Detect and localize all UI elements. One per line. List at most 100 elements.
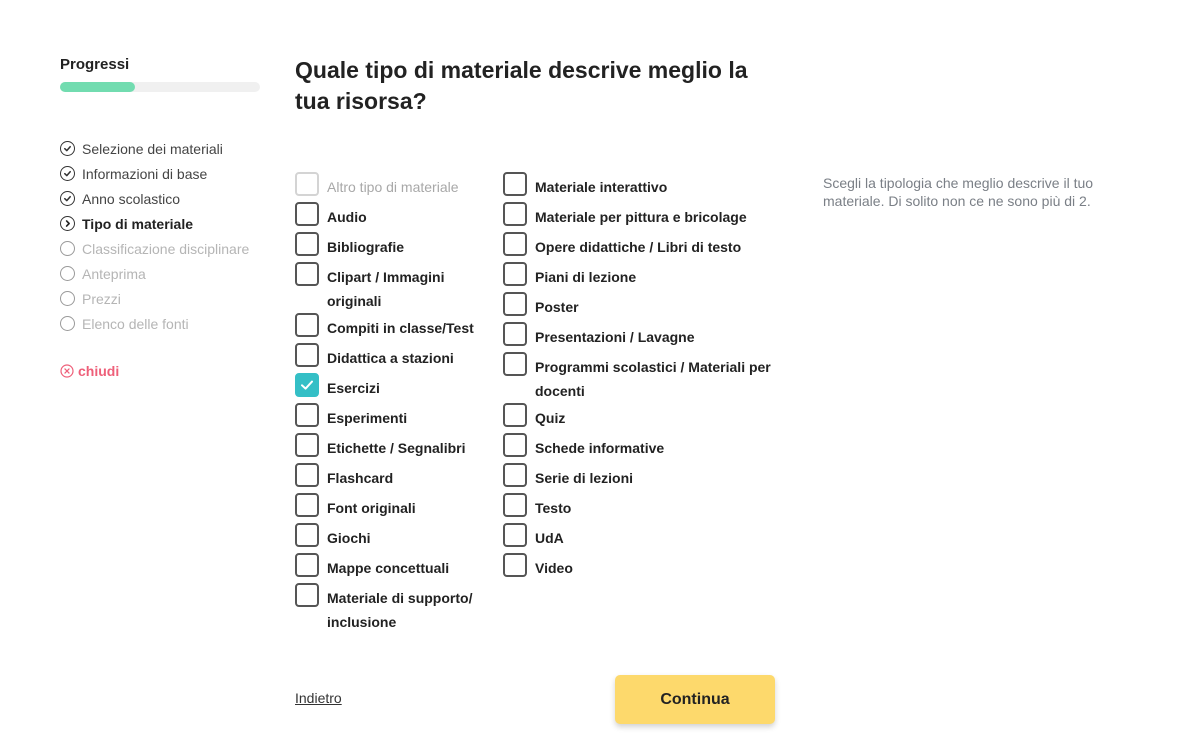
material-option[interactable]: Compiti in classe/Test [295, 313, 500, 343]
checkbox[interactable] [295, 583, 319, 607]
checkbox[interactable] [503, 352, 527, 376]
step-item: Tipo di materiale [60, 211, 270, 236]
step-label: Tipo di materiale [82, 215, 193, 232]
checkbox[interactable] [503, 493, 527, 517]
option-label: Compiti in classe/Test [327, 320, 474, 336]
checkbox[interactable] [295, 523, 319, 547]
material-option[interactable]: Quiz [503, 403, 778, 433]
hint-text: Scegli la tipologia che meglio descrive … [823, 175, 1094, 209]
step-label: Classificazione disciplinare [82, 240, 250, 257]
checkbox[interactable] [503, 232, 527, 256]
step-label: Elenco delle fonti [82, 315, 189, 332]
empty-circle-icon [60, 266, 75, 281]
material-option[interactable]: Mappe concettuali [295, 553, 500, 583]
option-label: Piani di lezione [535, 269, 637, 285]
option-label: Materiale interattivo [535, 179, 668, 195]
checkbox[interactable] [295, 202, 319, 226]
option-label: Flashcard [327, 470, 394, 486]
option-label: Mappe concettuali [327, 560, 450, 576]
material-option[interactable]: Opere didattiche / Libri di testo [503, 232, 778, 262]
option-label: Giochi [327, 530, 371, 546]
option-label: Schede informative [535, 440, 665, 456]
checkbox[interactable] [295, 343, 319, 367]
check-circle-icon [60, 166, 75, 181]
close-circle-icon [60, 364, 74, 378]
option-label: Materiale per pittura e bricolage [535, 209, 747, 225]
option-label: Etichette / Segnalibri [327, 440, 466, 456]
checkbox[interactable] [295, 463, 319, 487]
checkbox[interactable] [503, 553, 527, 577]
material-option[interactable]: Flashcard [295, 463, 500, 493]
checkbox[interactable] [503, 202, 527, 226]
step-item: Elenco delle fonti [60, 311, 270, 336]
checkbox[interactable] [503, 463, 527, 487]
checkbox[interactable] [295, 313, 319, 337]
material-option[interactable]: Materiale per pittura e bricolage [503, 202, 778, 232]
options-column-1: Altro tipo di materiale Audio Bibliografie… [295, 172, 500, 634]
material-option[interactable]: Presentazioni / Lavagne [503, 322, 778, 352]
option-label: UdA [535, 530, 564, 546]
step-label: Selezione dei materiali [82, 140, 223, 157]
option-label: Didattica a stazioni [327, 350, 454, 366]
option-label: Bibliografie [327, 239, 405, 255]
step-item: Classificazione disciplinare [60, 236, 270, 261]
progress-sidebar: Progressi Selezione dei materiali Informa… [60, 55, 260, 379]
material-option[interactable]: Testo [503, 493, 778, 523]
option-label: Testo [535, 500, 572, 516]
material-option[interactable]: Audio [295, 202, 500, 232]
checkbox[interactable] [295, 403, 319, 427]
progress-title: Progressi [60, 56, 130, 73]
close-button[interactable]: chiudi [60, 363, 119, 379]
material-option[interactable]: Serie di lezioni [503, 463, 778, 493]
checkbox[interactable] [295, 262, 319, 286]
options-column-2: Materiale interattivo Materiale per pittu… [503, 172, 778, 583]
continue-button[interactable]: Continua [615, 675, 775, 724]
material-option[interactable]: Video [503, 553, 778, 583]
checkbox[interactable] [295, 553, 319, 577]
step-label: Prezzi [82, 290, 121, 307]
material-option[interactable]: Clipart / Immagini originali [295, 262, 500, 313]
checkbox[interactable] [503, 322, 527, 346]
material-option[interactable]: Etichette / Segnalibri [295, 433, 500, 463]
option-label: Clipart / Immagini originali [327, 269, 445, 309]
option-label: Opere didattiche / Libri di testo [535, 239, 742, 255]
checkbox [295, 172, 319, 196]
material-option[interactable]: Esercizi [295, 373, 500, 403]
checkbox[interactable] [295, 232, 319, 256]
checkbox[interactable] [503, 172, 527, 196]
option-label: Audio [327, 209, 367, 225]
chevron-right-circle-icon [60, 216, 75, 231]
checkbox[interactable] [295, 373, 319, 397]
checkbox[interactable] [295, 493, 319, 517]
material-option[interactable]: Didattica a stazioni [295, 343, 500, 373]
material-option[interactable]: Schede informative [503, 433, 778, 463]
material-option[interactable]: Piani di lezione [503, 262, 778, 292]
check-circle-icon [60, 141, 75, 156]
material-option[interactable]: Bibliografie [295, 232, 500, 262]
material-option[interactable]: Poster [503, 292, 778, 322]
material-option[interactable]: UdA [503, 523, 778, 553]
checkbox[interactable] [503, 433, 527, 457]
option-label: Presentazioni / Lavagne [535, 329, 695, 345]
back-link[interactable]: Indietro [295, 690, 342, 706]
option-label: Serie di lezioni [535, 470, 634, 486]
progress-bar-fill [60, 82, 135, 92]
step-label: Anno scolastico [82, 190, 181, 207]
option-label: Video [535, 560, 573, 576]
material-option[interactable]: Giochi [295, 523, 500, 553]
material-option[interactable]: Font originali [295, 493, 500, 523]
step-item: Selezione dei materiali [60, 136, 270, 161]
checkbox[interactable] [503, 292, 527, 316]
material-option[interactable]: Esperimenti [295, 403, 500, 433]
checkbox[interactable] [503, 403, 527, 427]
empty-circle-icon [60, 241, 75, 256]
step-label: Informazioni di base [82, 165, 208, 182]
option-label: Esercizi [327, 380, 380, 396]
material-option[interactable]: Materiale di supporto/ inclusione [295, 583, 500, 634]
step-list: Selezione dei materiali Informazioni di b… [60, 136, 270, 336]
checkbox[interactable] [295, 433, 319, 457]
material-option[interactable]: Programmi scolastici / Materiali per doc… [503, 352, 778, 403]
checkbox[interactable] [503, 523, 527, 547]
checkbox[interactable] [503, 262, 527, 286]
material-option[interactable]: Materiale interattivo [503, 172, 778, 202]
